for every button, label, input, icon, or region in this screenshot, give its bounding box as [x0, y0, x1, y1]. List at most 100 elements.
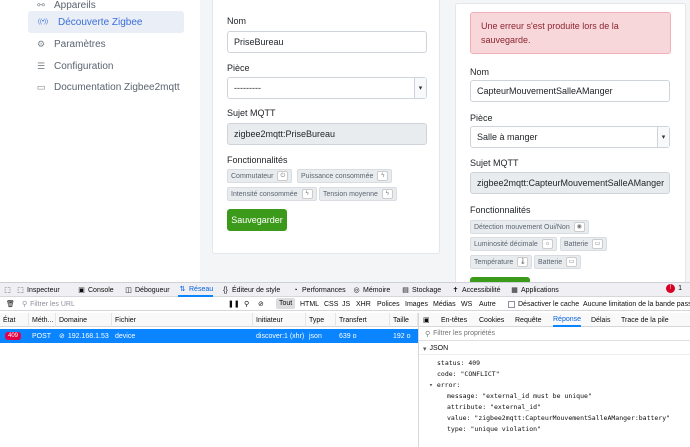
filter-type-images[interactable]: Images: [405, 297, 428, 311]
tab-requete[interactable]: Requête: [515, 313, 541, 327]
request-size: 192 o: [393, 332, 411, 340]
network-filter-bar: 🗑 ⚲ Filtrer les URL ❚❚ ⚲ ⊘ Tout HTML CSS …: [0, 297, 690, 311]
disable-cache-checkbox[interactable]: Désactiver le cache: [508, 297, 579, 311]
request-domain: ⊘ 192.168.1.53: [56, 329, 109, 343]
feature-tag-label: Batterie: [538, 258, 563, 266]
col-initiateur[interactable]: Initiateur: [253, 313, 306, 327]
request-method: POST: [32, 332, 52, 340]
tab-debogueur[interactable]: ◫ Débogueur: [124, 283, 170, 297]
tab-label: Débogueur: [135, 286, 170, 294]
filter-type-medias[interactable]: Médias: [433, 297, 456, 311]
tab-stockage[interactable]: ▤ Stockage: [401, 283, 441, 297]
battery-icon: ▭: [566, 257, 578, 267]
col-etat[interactable]: État: [0, 313, 29, 327]
json-line-type: type: "unique violation": [447, 425, 541, 433]
console-icon: ▣: [78, 287, 85, 294]
filter-url-input[interactable]: ⚲ Filtrer les URL: [22, 297, 75, 311]
feature-tag: Température 🌡: [470, 255, 533, 269]
feature-tag: Batterie ▭: [534, 255, 582, 269]
save-button[interactable]: Sauvegarder: [227, 209, 287, 231]
col-transfert[interactable]: Transfert: [336, 313, 390, 327]
properties-filter-input[interactable]: ⚲ Filtrer les propriétés: [419, 327, 690, 341]
feature-tag-label: Température: [474, 258, 514, 266]
throttling-select[interactable]: Aucune limitation de la bande passante: [583, 297, 690, 311]
json-section-header[interactable]: ▾ JSON: [419, 343, 690, 355]
filter-type-xhr[interactable]: XHR: [356, 297, 371, 311]
devtools-toolbar: ⬚ ⬚ Inspecteur ▣ Console ◫ Débogueur ⇅ Résea…: [0, 283, 690, 297]
tab-reponse[interactable]: Réponse: [553, 313, 582, 327]
tab-cookies[interactable]: Cookies: [479, 313, 504, 327]
tab-applications[interactable]: ▦ Applications: [510, 283, 559, 297]
nom-input[interactable]: PriseBureau: [227, 31, 427, 53]
pause-icon[interactable]: ❚❚: [228, 297, 240, 311]
table-row[interactable]: 409 POST ⊘ 192.168.1.53 device discover:1…: [0, 329, 418, 343]
tab-label: Accessibilité: [462, 286, 501, 294]
tab-accessibilite[interactable]: ✝ Accessibilité: [451, 283, 501, 297]
col-taille[interactable]: Taille: [390, 313, 418, 327]
filter-icon: ⚲: [425, 330, 431, 338]
close-icon[interactable]: ▣: [423, 313, 430, 327]
applications-icon: ▦: [511, 287, 518, 294]
sidebar-item-parametres[interactable]: ⚙ Paramètres: [28, 33, 184, 55]
filter-type-ws[interactable]: WS: [461, 297, 472, 311]
json-key: type:: [447, 425, 467, 433]
disable-cache-label: Désactiver le cache: [518, 300, 580, 308]
tab-en-tetes[interactable]: En-têtes: [441, 313, 467, 327]
error-alert: Une erreur s'est produite lors de la sau…: [470, 12, 671, 54]
col-methode[interactable]: Méth...: [29, 313, 56, 327]
request-initiator[interactable]: discover:1 (xhr): [253, 329, 304, 343]
tab-reseau[interactable]: ⇅ Réseau: [178, 283, 214, 297]
nom-input[interactable]: CapteurMouvementSalleAManger: [470, 80, 670, 102]
gear-icon: ⚙: [36, 38, 46, 49]
tab-performances[interactable]: ◔ Performances: [291, 283, 345, 297]
tab-console[interactable]: ▣ Console: [77, 283, 114, 297]
col-type[interactable]: Type: [306, 313, 336, 327]
pick-element-icon[interactable]: ⬚: [3, 283, 14, 297]
feature-tag: Détection mouvement Oui/Non ◉: [470, 220, 589, 234]
accessibility-icon: ✝: [452, 287, 459, 294]
feature-tag-label: Puissance consommée: [301, 172, 374, 180]
tab-inspecteur[interactable]: ⬚ Inspecteur: [16, 283, 60, 297]
json-value: "unique violation": [470, 425, 541, 433]
col-domaine[interactable]: Domaine: [56, 313, 112, 327]
chevron-down-icon: ▾: [429, 381, 433, 389]
json-key: error:: [436, 381, 461, 389]
json-key: message:: [447, 392, 479, 400]
feature-tag-label: Commutateur: [231, 172, 274, 180]
piece-select[interactable]: Salle à manger ▾: [470, 126, 670, 148]
sidebar-item-label: Paramètres: [54, 38, 106, 50]
col-fichier[interactable]: Fichier: [112, 313, 253, 327]
error-count-badge[interactable]: ! 1: [666, 284, 682, 293]
sidebar-item-decouverte-zigbee[interactable]: ((•)) Découverte Zigbee: [28, 11, 184, 33]
request-file: device: [115, 332, 136, 340]
block-icon[interactable]: ⊘: [258, 297, 264, 311]
app-root: ⚯ Appareils ((•)) Découverte Zigbee ⚙ Param…: [0, 0, 690, 447]
sidebar-item-configuration[interactable]: ☰ Configuration: [28, 55, 184, 77]
tab-trace-de-la-pile[interactable]: Trace de la pile: [621, 313, 669, 327]
piece-select[interactable]: --------- ▾: [227, 77, 427, 99]
battery-icon: ▭: [592, 239, 604, 249]
filter-type-tout[interactable]: Tout: [276, 298, 296, 309]
piece-select-value: Salle à manger: [477, 132, 538, 142]
filter-type-polices[interactable]: Polices: [377, 297, 400, 311]
sidebar-item-documentation[interactable]: ▭ Documentation Zigbee2mqtt: [28, 76, 184, 98]
trash-icon[interactable]: 🗑: [6, 297, 15, 311]
filter-type-autre[interactable]: Autre: [479, 297, 496, 311]
sliders-icon: ☰: [36, 60, 46, 71]
filter-type-js[interactable]: JS: [342, 297, 350, 311]
tab-memoire[interactable]: ◎ Mémoire: [352, 283, 390, 297]
device-card-prisebureau: Nom PriseBureau Pièce --------- ▾ Sujet M…: [212, 0, 440, 254]
search-icon[interactable]: ⚲: [244, 297, 249, 311]
sujet-mqtt-label: Sujet MQTT: [227, 108, 276, 118]
debugger-icon: ◫: [125, 287, 132, 294]
json-line-error[interactable]: ▾ error:: [429, 381, 460, 389]
json-line-message: message: "external_id must be unique": [447, 392, 592, 400]
performance-icon: ◔: [293, 286, 298, 294]
json-value: "zigbee2mqtt:CapteurMouvementSalleAMange…: [474, 414, 671, 422]
filter-type-css[interactable]: CSS: [324, 297, 338, 311]
tab-editeur-de-style[interactable]: {} Éditeur de style: [221, 283, 280, 297]
sidebar-item-label: Documentation Zigbee2mqtt: [54, 81, 180, 93]
requests-table-header: État Méth... Domaine Fichier Initiateur …: [0, 313, 418, 327]
tab-delais[interactable]: Délais: [591, 313, 610, 327]
filter-type-html[interactable]: HTML: [300, 297, 319, 311]
